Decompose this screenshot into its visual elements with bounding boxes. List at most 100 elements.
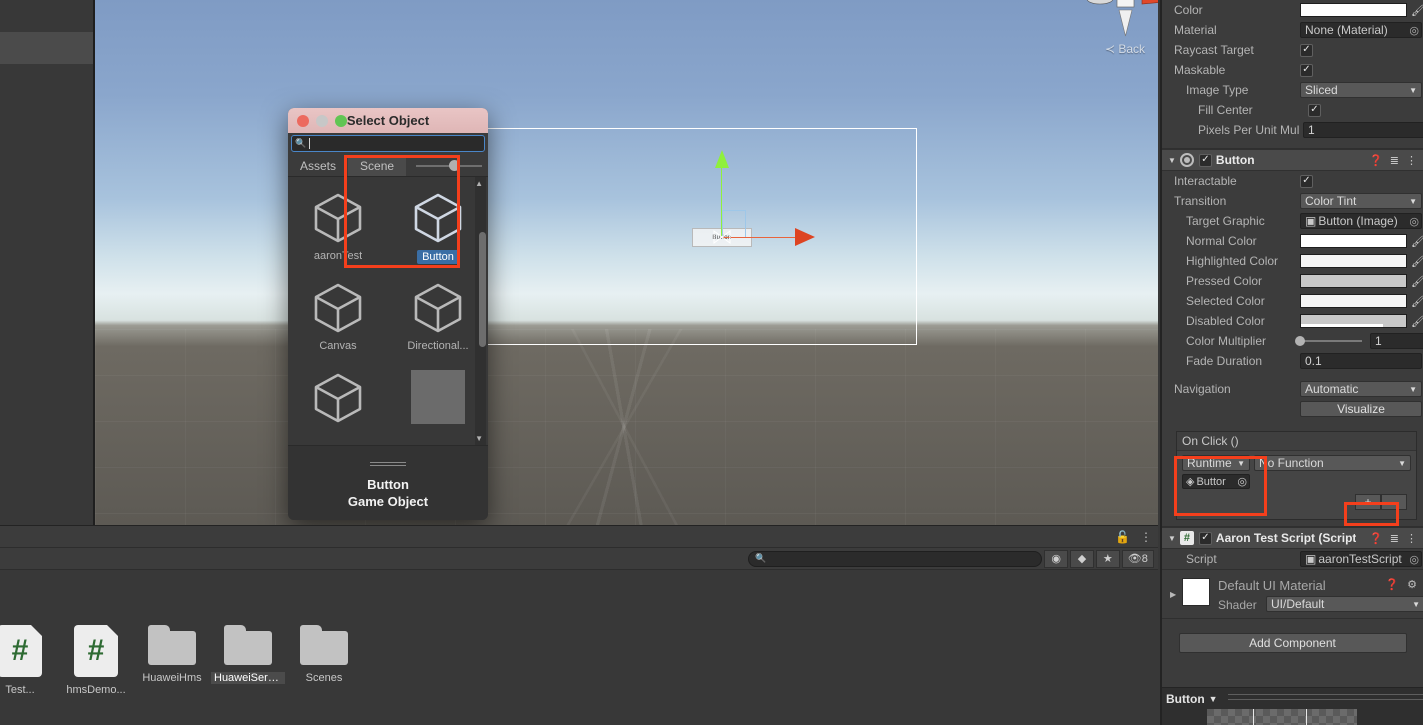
- project-asset-grid[interactable]: # Test... # hmsDemo... HuaweiHms HuaweiS…: [0, 570, 1158, 696]
- lock-icon[interactable]: 🔓: [1115, 530, 1130, 544]
- scroll-up-icon[interactable]: ▲: [475, 179, 483, 188]
- dialog-titlebar[interactable]: Select Object: [288, 108, 488, 133]
- foldout-triangle-icon[interactable]: ▼: [1168, 534, 1176, 543]
- component-header-icons[interactable]: ❓ ≣ ⋮: [1369, 532, 1423, 545]
- inspector-row-navigation[interactable]: Navigation Automatic ▼: [1162, 379, 1423, 399]
- color-swatch[interactable]: [1300, 3, 1407, 17]
- component-header-icons[interactable]: ❓ ≣ ⋮: [1369, 154, 1423, 167]
- inspector-row-pixels-per-unit[interactable]: Pixels Per Unit Mul 1: [1162, 120, 1423, 140]
- on-click-add-button[interactable]: +: [1355, 494, 1381, 510]
- list-item-selected[interactable]: Button: [388, 185, 488, 275]
- project-panel[interactable]: 🔓 ⋮ 🔍 ◉ ◆ ★ 👁 8 # Test... # hmsDemo... H…: [0, 525, 1158, 725]
- image-type-dropdown[interactable]: Sliced ▼: [1300, 82, 1422, 98]
- select-object-dialog[interactable]: Select Object 🔍 Assets Scene aaronTest B…: [288, 108, 488, 520]
- inspector-row-disabled-color[interactable]: Disabled Color 🖌: [1162, 311, 1423, 331]
- list-item[interactable]: # Test...: [0, 625, 58, 696]
- scene-view[interactable]: Button X ≺ Back: [95, 0, 1158, 525]
- script-object-field[interactable]: ▣ aaronTestScript ◎: [1300, 551, 1422, 567]
- dialog-items-grid[interactable]: aaronTest Button Canvas Directional...: [288, 177, 488, 445]
- kebab-menu-icon[interactable]: ⋮: [1140, 530, 1152, 544]
- inspector-row-normal-color[interactable]: Normal Color 🖌: [1162, 231, 1423, 251]
- inspector-row-color[interactable]: Color 🖌: [1162, 0, 1423, 20]
- kebab-menu-icon[interactable]: ⋮: [1406, 532, 1417, 545]
- button-component-enabled-checkbox[interactable]: ✓: [1198, 153, 1212, 167]
- maskable-checkbox[interactable]: ✓: [1300, 63, 1313, 77]
- component-header-button[interactable]: ▼ ✓ Button ❓ ≣ ⋮: [1162, 149, 1423, 171]
- transition-dropdown[interactable]: Color Tint ▼: [1300, 193, 1422, 209]
- inspector-row-selected-color[interactable]: Selected Color 🖌: [1162, 291, 1423, 311]
- help-icon[interactable]: ❓: [1385, 578, 1399, 591]
- dialog-zoom-slider[interactable]: [406, 155, 488, 176]
- hierarchy-row[interactable]: [0, 64, 93, 96]
- on-click-entry[interactable]: Runtime ▼ No Function ▼ ◈ Buttor ◎ + -: [1177, 450, 1416, 519]
- dialog-tabbar[interactable]: Assets Scene: [288, 155, 488, 177]
- list-item[interactable]: Scenes: [286, 625, 362, 684]
- material-object-field[interactable]: None (Material) ◎: [1300, 22, 1422, 38]
- list-item-selected[interactable]: HuaweiService: [210, 625, 286, 684]
- preset-icon[interactable]: ≣: [1390, 154, 1399, 167]
- list-item[interactable]: # hmsDemo...: [58, 625, 134, 696]
- dialog-resize-grip[interactable]: [370, 462, 406, 466]
- inspector-panel[interactable]: Color 🖌 Material None (Material) ◎ Rayca…: [1160, 0, 1423, 725]
- inspector-row-raycast-target[interactable]: Raycast Target ✓: [1162, 40, 1423, 60]
- color-swatch[interactable]: [1300, 274, 1407, 288]
- list-item[interactable]: aaronTest: [288, 185, 388, 275]
- on-click-runtime-dropdown[interactable]: Runtime ▼: [1182, 455, 1250, 471]
- gizmo-center-handle[interactable]: [712, 227, 732, 247]
- object-picker-icon[interactable]: ◎: [1409, 215, 1419, 228]
- color-swatch[interactable]: [1300, 254, 1407, 268]
- slider-track[interactable]: [1295, 336, 1362, 346]
- eyedropper-icon[interactable]: 🖌: [1411, 295, 1423, 308]
- filter-by-type-button[interactable]: ◉: [1044, 549, 1069, 568]
- object-picker-icon[interactable]: ◎: [1237, 475, 1247, 488]
- eyedropper-icon[interactable]: 🖌: [1411, 4, 1423, 17]
- gizmo-y-axis-arrow[interactable]: [715, 150, 729, 168]
- project-tabbar[interactable]: 🔓 ⋮: [0, 526, 1158, 548]
- help-icon[interactable]: ❓: [1369, 532, 1383, 545]
- navigation-dropdown[interactable]: Automatic ▼: [1300, 381, 1422, 397]
- pressed-color-field[interactable]: 🖌: [1300, 274, 1423, 288]
- kebab-menu-icon[interactable]: ⋮: [1406, 154, 1417, 167]
- triangle-right-icon[interactable]: ▶: [1170, 590, 1176, 599]
- normal-color-field[interactable]: 🖌: [1300, 234, 1423, 248]
- on-click-event-list[interactable]: On Click () Runtime ▼ No Function ▼ ◈ Bu…: [1176, 431, 1417, 520]
- inspector-row-fill-center[interactable]: Fill Center ✓: [1162, 100, 1423, 120]
- target-graphic-object-field[interactable]: ▣ Button (Image) ◎: [1300, 213, 1422, 229]
- hierarchy-row[interactable]: [0, 0, 93, 32]
- material-inline-editor[interactable]: ▶ Default UI Material ❓ ⚙ Shader UI/Defa…: [1162, 570, 1423, 618]
- dialog-items-grid-wrap[interactable]: aaronTest Button Canvas Directional... ▲…: [288, 177, 488, 445]
- pixels-per-unit-input[interactable]: 1: [1303, 122, 1423, 138]
- inspector-row-fade-duration[interactable]: Fade Duration 0.1: [1162, 351, 1423, 371]
- project-asset-area[interactable]: # Test... # hmsDemo... HuaweiHms HuaweiS…: [0, 570, 1158, 725]
- filter-by-label-button[interactable]: ◆: [1070, 549, 1094, 568]
- inspector-row-pressed-color[interactable]: Pressed Color 🖌: [1162, 271, 1423, 291]
- color-swatch[interactable]: [1300, 314, 1407, 328]
- on-click-object-field[interactable]: ◈ Buttor ◎: [1182, 474, 1250, 489]
- inspector-row-target-graphic[interactable]: Target Graphic ▣ Button (Image) ◎: [1162, 211, 1423, 231]
- highlighted-color-field[interactable]: 🖌: [1300, 254, 1423, 268]
- hierarchy-panel[interactable]: [0, 0, 95, 525]
- fade-duration-input[interactable]: 0.1: [1300, 353, 1422, 369]
- list-item[interactable]: HuaweiHms: [134, 625, 210, 684]
- script-enabled-checkbox[interactable]: ✓: [1198, 531, 1212, 545]
- list-item[interactable]: [388, 365, 488, 445]
- list-item[interactable]: Directional...: [388, 275, 488, 365]
- visualize-button[interactable]: Visualize: [1300, 401, 1422, 417]
- help-icon[interactable]: ❓: [1369, 154, 1383, 167]
- object-picker-icon[interactable]: ◎: [1409, 553, 1419, 566]
- preset-icon[interactable]: ≣: [1390, 532, 1399, 545]
- inspector-row-maskable[interactable]: Maskable ✓: [1162, 60, 1423, 80]
- tab-scene[interactable]: Scene: [348, 155, 407, 176]
- hidden-packages-button[interactable]: 👁 8: [1121, 549, 1154, 568]
- color-swatch-color[interactable]: 🖌: [1300, 3, 1423, 17]
- interactable-checkbox[interactable]: ✓: [1300, 174, 1313, 188]
- color-multiplier-input[interactable]: 1: [1370, 333, 1423, 349]
- scene-orientation-gizmo[interactable]: X: [1080, 0, 1158, 46]
- inspector-row-visualize[interactable]: Visualize: [1162, 399, 1423, 419]
- inspector-row-color-multiplier[interactable]: Color Multiplier 1: [1162, 331, 1423, 351]
- tab-assets[interactable]: Assets: [288, 155, 348, 176]
- preview-header[interactable]: Button ▼: [1162, 688, 1423, 710]
- inspector-row-script[interactable]: Script ▣ aaronTestScript ◎: [1162, 549, 1423, 569]
- disabled-color-field[interactable]: 🖌: [1300, 314, 1423, 328]
- inspector-row-material[interactable]: Material None (Material) ◎: [1162, 20, 1423, 40]
